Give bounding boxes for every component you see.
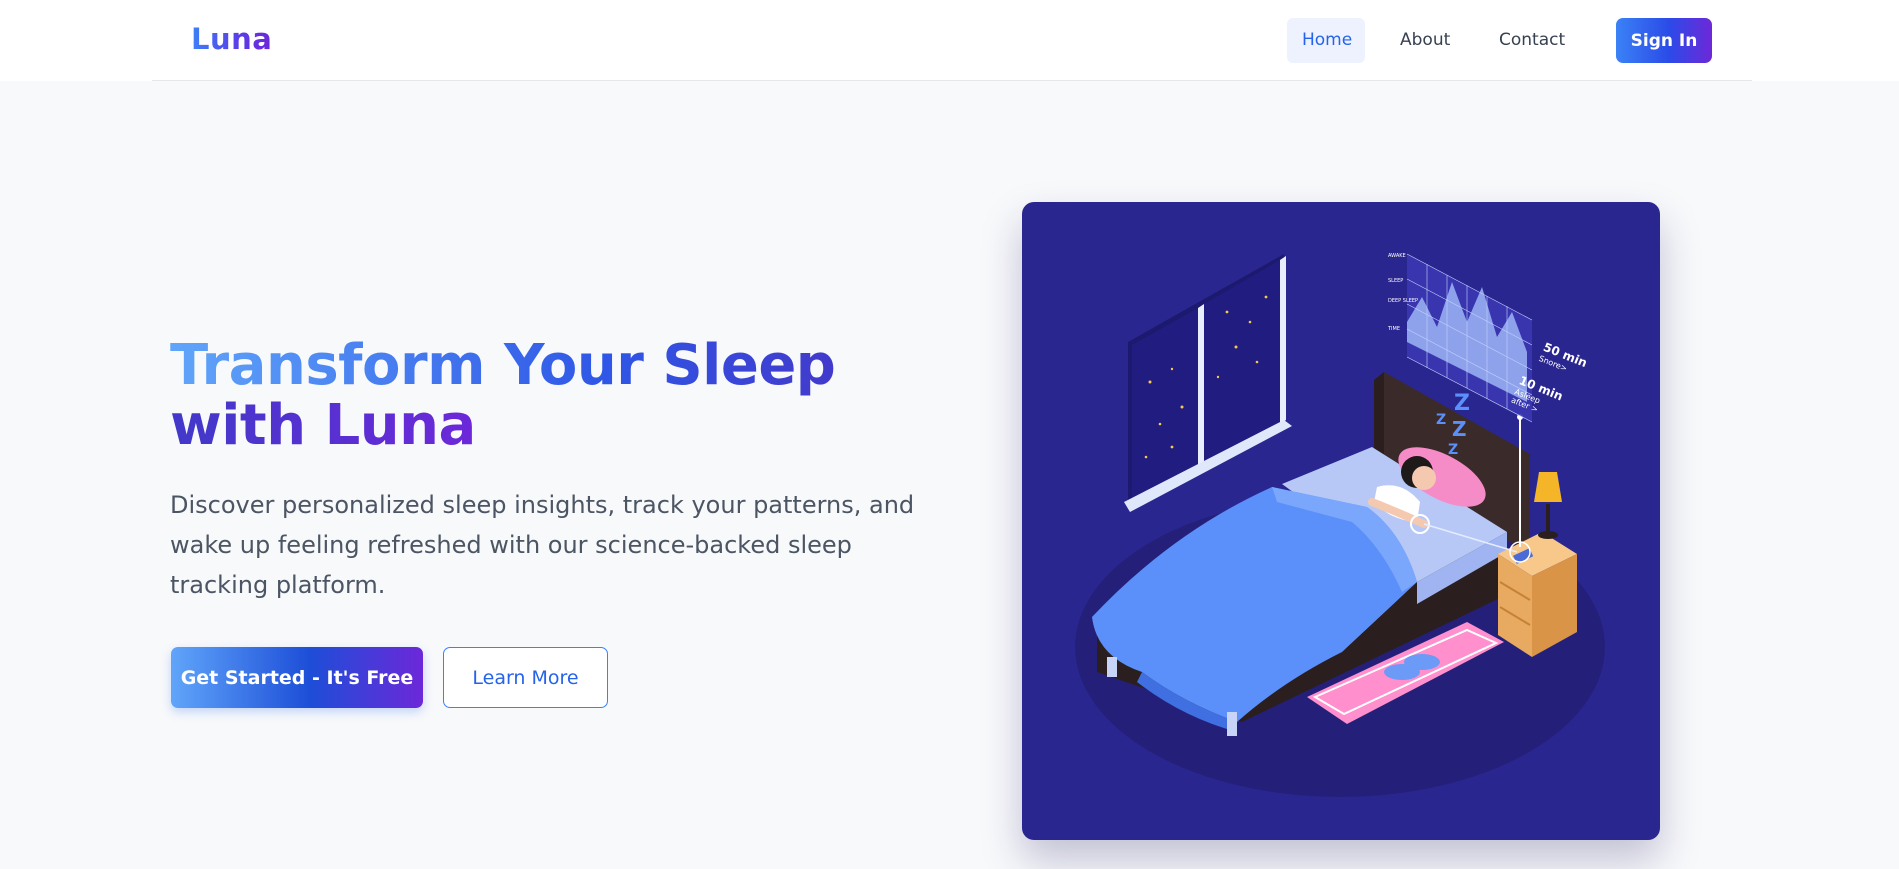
sign-in-button[interactable]: Sign In	[1616, 18, 1712, 63]
learn-more-button[interactable]: Learn More	[443, 647, 608, 708]
svg-text:Z: Z	[1452, 417, 1467, 441]
nav-link-home[interactable]: Home	[1287, 18, 1365, 63]
hero-title-text: Transform Your Sleep with Luna	[170, 333, 836, 458]
sleep-tracking-illustration: Z Z Z Z AWAKE SLEEP DEEP SLEEP TIME 50 m…	[1022, 202, 1660, 840]
get-started-button[interactable]: Get Started - It's Free	[171, 647, 423, 708]
top-navigation-bar	[0, 0, 1899, 81]
nav-link-contact[interactable]: Contact	[1484, 18, 1580, 63]
hero-subtitle: Discover personalized sleep insights, tr…	[170, 491, 915, 599]
hero-title: Transform Your Sleep with Luna	[170, 336, 930, 456]
lamp	[1534, 472, 1562, 539]
svg-text:Z: Z	[1436, 412, 1446, 428]
svg-text:AWAKE: AWAKE	[1388, 253, 1406, 259]
bed-leg	[1227, 712, 1237, 736]
bedroom-scene: Z Z Z Z AWAKE SLEEP DEEP SLEEP TIME 50 m…	[1075, 253, 1605, 797]
svg-text:Z: Z	[1448, 442, 1458, 458]
nav-link-about[interactable]: About	[1385, 18, 1465, 63]
svg-text:SLEEP: SLEEP	[1388, 278, 1403, 284]
svg-text:Z: Z	[1454, 391, 1470, 416]
window	[1124, 254, 1292, 512]
nav-divider	[152, 80, 1752, 81]
brand-logo[interactable]: Luna	[191, 22, 272, 56]
svg-text:TIME: TIME	[1387, 326, 1400, 332]
svg-text:DEEP SLEEP: DEEP SLEEP	[1388, 298, 1418, 304]
bed-leg	[1107, 657, 1117, 677]
